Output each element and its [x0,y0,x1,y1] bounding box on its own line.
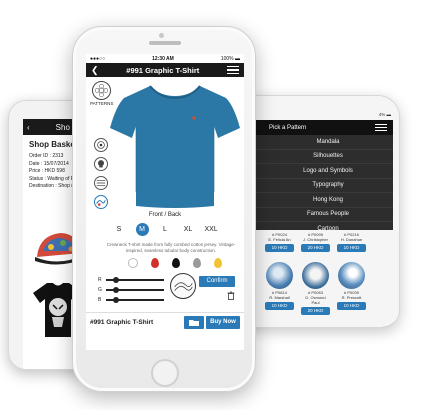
back-arrow-icon[interactable]: ‹ [27,123,30,132]
pattern-tile[interactable]: # P0216 H. Donahue 10 HKD [337,232,366,252]
menu-item-mandala[interactable]: Mandala [243,135,393,150]
buy-now-button[interactable]: Buy Now [206,316,240,329]
color-drop-black-icon[interactable] [172,258,180,268]
slider-label-r: R [98,277,102,283]
bottom-product-title: #991 Graphic T-Shirt [90,319,154,326]
pattern-artist: R. Prescott [341,295,362,300]
folder-icon[interactable] [184,316,204,329]
pattern-price-button[interactable]: 20 HKD [301,244,330,252]
pattern-price-button[interactable]: 10 HKD [337,244,366,252]
product-description: Crewneck T-shirt made from fully combed … [106,242,236,253]
confirm-button[interactable]: Confirm [199,276,235,287]
size-option-xl[interactable]: XL [182,223,195,236]
pattern-swatch-mandala[interactable] [94,138,108,152]
slider-label-b: B [98,297,102,303]
size-option-l[interactable]: L [159,223,172,236]
pattern-artist: R. Marshall [269,295,290,300]
green-slider-handle[interactable] [113,286,120,293]
bottom-action-bar: #991 Graphic T-Shirt Buy Now [86,312,244,332]
size-option-m[interactable]: M [135,223,149,236]
menu-item-famous-people[interactable]: Famous People [243,208,393,222]
battery-indicator: 100% ▬ [220,55,240,62]
slider-row-r: R [98,275,164,285]
pattern-price-button[interactable]: 10 HKD [337,302,366,310]
home-button[interactable] [151,359,179,387]
color-drop-gray-icon[interactable] [193,258,201,268]
size-option-s[interactable]: S [113,223,126,236]
menu-icon[interactable] [375,123,387,132]
color-drop-red-icon[interactable] [151,258,159,268]
pattern-price-button[interactable]: 20 HKD [301,307,330,315]
size-selector: S M L XL XXL [86,223,244,236]
signal-icon: ●●●○○ [90,55,106,62]
product-nav-bar: ❮ #991 Graphic T-Shirt [86,63,244,77]
menu-item-silhouettes[interactable]: Silhouettes [243,150,393,164]
color-swatch-white[interactable] [128,258,138,268]
color-drop-yellow-icon[interactable] [214,258,222,268]
product-screen: ●●●○○ 12:30 AM 100% ▬ ❮ #991 Graphic T-S… [86,54,244,350]
green-slider[interactable] [106,286,164,293]
basket-header-text: Sho [55,122,70,132]
red-slider[interactable] [106,276,164,283]
status-time: 12:30 AM [152,55,174,62]
pattern-header-title: Pick a Pattern [269,124,307,131]
rgb-sliders: R G B [98,275,164,305]
pattern-thumbnail[interactable] [302,262,329,289]
pattern-artist: J. Christopher [303,237,328,242]
pattern-grid: # P0024 E. Felicia An 10 HKD # P0099 J. … [243,230,393,327]
pattern-nav-bar: Pick a Pattern [243,120,393,135]
pattern-thumbnail[interactable] [338,262,365,289]
blue-slider[interactable] [106,296,164,303]
pattern-artist: H. Donahue [340,237,363,242]
speaker-grille [149,41,181,45]
pattern-tile[interactable]: # P0099 J. Christopher 20 HKD [301,232,330,252]
pattern-phone: 4% ▬ Pick a Pattern Mandala Silhouettes … [232,95,400,328]
pattern-status-bar: 4% ▬ [243,112,391,120]
main-phone: ●●●○○ 12:30 AM 100% ▬ ❮ #991 Graphic T-S… [72,26,256,392]
pattern-artist: E. Felicia An [268,237,291,242]
pattern-tile[interactable]: # P0039 R. Prescott 10 HKD [337,262,366,310]
pattern-preview [170,273,196,299]
color-palette [128,258,222,268]
menu-item-hong-kong[interactable]: Hong Kong [243,193,393,208]
pattern-battery: 4% ▬ [378,112,391,117]
tshirt-preview[interactable] [108,82,242,210]
back-chevron-icon[interactable]: ❮ [91,65,99,75]
trash-icon[interactable] [227,291,235,300]
pattern-swatch-lines[interactable] [94,176,108,190]
menu-item-typography[interactable]: Typography [243,179,393,193]
product-title: #991 Graphic T-Shirt [126,65,200,75]
red-slider-handle[interactable] [113,276,120,283]
status-bar: ●●●○○ 12:30 AM 100% ▬ [86,54,244,63]
view-toggle-label[interactable]: Front / Back [86,212,244,218]
menu-item-logo-symbols[interactable]: Logo and Symbols [243,164,393,179]
pattern-screen: Pick a Pattern Mandala Silhouettes Logo … [243,120,393,327]
pattern-artist: D. Osmond Paul [305,295,326,305]
blue-slider-handle[interactable] [113,296,120,303]
pattern-tile[interactable]: # P0024 E. Felicia An 10 HKD [265,232,294,252]
pattern-price-button[interactable]: 10 HKD [265,302,294,310]
pattern-tile[interactable]: # P0063 D. Osmond Paul 20 HKD [301,262,330,315]
menu-icon[interactable] [227,66,239,74]
slider-row-g: G [98,285,164,295]
pattern-swatch-wave[interactable] [94,195,108,209]
slider-label-g: G [98,287,102,293]
pattern-tile[interactable]: # P0814 R. Marshall 10 HKD [265,262,294,310]
pattern-thumbnail[interactable] [266,262,293,289]
camera-icon [159,33,164,38]
slider-row-b: B [98,295,164,305]
pattern-price-button[interactable]: 10 HKD [265,244,294,252]
pattern-swatch-skull[interactable] [94,157,108,171]
size-option-xxl[interactable]: XXL [205,223,218,236]
